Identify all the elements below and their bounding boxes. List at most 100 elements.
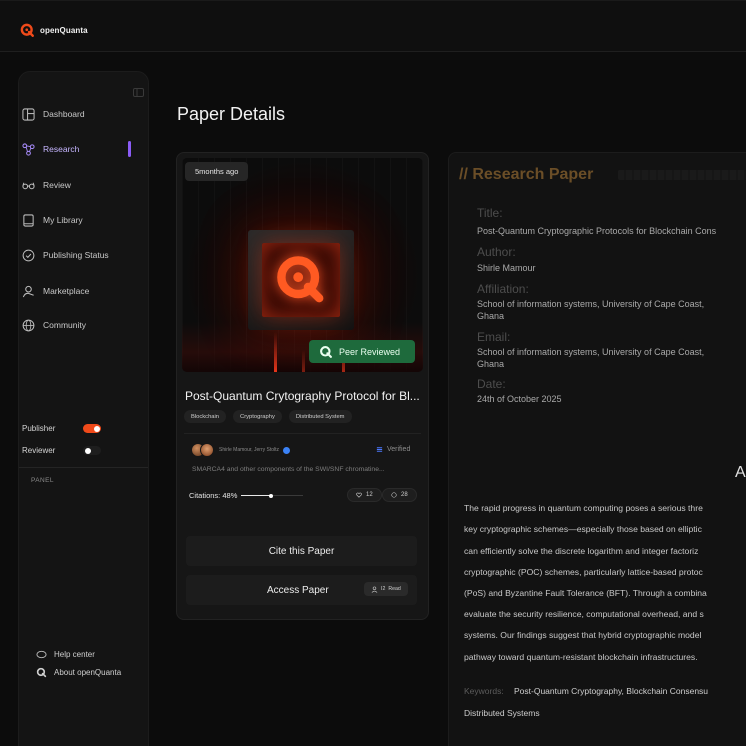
likes-pill[interactable]: 12 (347, 488, 382, 502)
title-value: Post-Quantum Cryptographic Protocols for… (477, 226, 717, 236)
cube-render (248, 230, 354, 330)
openquanta-logo-icon (20, 23, 34, 37)
abstract-line: can efficiently solve the discrete logar… (464, 546, 699, 556)
check-circle-icon (22, 249, 35, 261)
sidebar-item-community[interactable]: Community (22, 315, 86, 335)
openquanta-glow-logo-icon (277, 256, 324, 303)
read-prefix: I2 (381, 586, 386, 592)
keywords-value-cont: Distributed Systems (464, 708, 540, 718)
author-row[interactable]: Shirle Mamour, Jerry Stoltz (191, 443, 291, 457)
affiliation-value: School of information systems, Universit… (477, 299, 705, 309)
sidebar-item-label: Community (43, 320, 86, 330)
date-value: 24th of October 2025 (477, 394, 562, 404)
author-avatars (191, 443, 215, 457)
openquanta-small-logo-icon (36, 667, 47, 678)
dashboard-icon (22, 107, 35, 121)
read-label: Read (388, 586, 401, 592)
heading-decoration (618, 170, 746, 180)
panel-label: PANEL (31, 477, 54, 484)
sidebar-item-review[interactable]: Review (22, 175, 71, 195)
verified-label: Verified (387, 446, 411, 453)
top-bar: openQuanta (0, 0, 746, 52)
citations-progress-bar (241, 493, 304, 498)
cite-paper-button[interactable]: Cite this Paper (186, 536, 417, 566)
abstract-line: key cryptographic schemes—especially tho… (464, 524, 702, 534)
sidebar: PANEL (18, 71, 149, 746)
email-label: Email: (477, 330, 511, 344)
help-icon (36, 650, 47, 659)
active-nav-indicator (128, 141, 131, 157)
comments-pill[interactable]: 28 (382, 488, 417, 502)
heart-icon (356, 492, 362, 498)
abstract-line: evaluate the security resilience, comput… (464, 609, 704, 619)
verified-check-icon (283, 446, 291, 454)
sidebar-item-label: Review (43, 180, 71, 190)
card-divider (184, 433, 421, 434)
abstract-line: systems. Our findings suggest that hybri… (464, 630, 702, 640)
globe-icon (22, 319, 35, 331)
publisher-toggle-label: Publisher (22, 424, 56, 433)
avatar (200, 443, 214, 457)
likes-count: 12 (366, 492, 373, 498)
reviewer-toggle[interactable] (83, 446, 101, 455)
title-label: Title: (477, 206, 503, 220)
abstract-line: (PoS) and Byzantine Fault Tolerance (BFT… (464, 588, 707, 598)
sidebar-item-label: Publishing Status (43, 250, 109, 260)
research-icon (22, 142, 35, 156)
paper-card-title[interactable]: Post-Quantum Crytography Protocol for Bl… (185, 389, 425, 403)
affiliation-value-cont: Ghana (477, 311, 505, 321)
keywords-value: Post-Quantum Cryptography, Blockchain Co… (514, 686, 709, 696)
help-center-link[interactable]: Help center (36, 649, 95, 660)
sidebar-item-research[interactable]: Research (22, 139, 79, 159)
sidebar-item-my-library[interactable]: My Library (22, 210, 83, 230)
time-badge: 5months ago (185, 162, 249, 181)
paper-summary: SMARCA4 and other components of the SWI/… (192, 466, 385, 473)
about-openquanta-link[interactable]: About openQuanta (36, 667, 122, 678)
reader-icon (371, 586, 378, 593)
author-names: Shirle Mamour, Jerry Stoltz (219, 447, 280, 453)
brand[interactable]: openQuanta (20, 23, 88, 38)
email-value: School of information systems, Universit… (477, 347, 705, 357)
research-paper-heading: // Research Paper (459, 166, 594, 183)
abstract-heading: A (735, 464, 746, 481)
comment-icon (391, 492, 397, 498)
about-openquanta-label: About openQuanta (54, 668, 122, 677)
abstract-line: pathway toward quantum-resistant blockch… (464, 652, 698, 662)
sidebar-item-publishing-status[interactable]: Publishing Status (22, 245, 109, 265)
publisher-toggle-row: Publisher (22, 424, 101, 433)
reviewer-toggle-label: Reviewer (22, 446, 56, 455)
layers-icon (376, 447, 383, 452)
citations-progress-knob (269, 493, 274, 498)
date-label: Date: (477, 377, 506, 391)
email-value-cont: Ghana (477, 359, 505, 369)
tag-list: Blockchain Cryptography Distributed Syst… (184, 410, 352, 423)
citations-label: Citations: 48% (189, 491, 238, 500)
marketplace-icon (22, 285, 34, 297)
sidebar-item-label: My Library (43, 215, 83, 225)
tag[interactable]: Distributed System (288, 410, 352, 423)
glasses-icon (22, 182, 35, 189)
collapse-sidebar-icon[interactable] (133, 88, 144, 97)
reviewer-toggle-row: Reviewer (22, 446, 101, 455)
help-center-label: Help center (54, 650, 95, 659)
sidebar-item-marketplace[interactable]: Marketplace (22, 281, 89, 301)
abstract-line: cryptographic (POC) schemes, particularl… (464, 567, 703, 577)
sidebar-divider (19, 467, 148, 468)
sidebar-item-label: Research (43, 144, 80, 154)
peer-reviewed-badge: Peer Reviewed (309, 340, 415, 363)
citations-progress-fill (241, 495, 272, 496)
author-value: Shirle Mamour (477, 263, 536, 273)
tag[interactable]: Cryptography (233, 410, 282, 423)
citations-meter: Citations: 48% (189, 491, 304, 500)
sidebar-item-label: Dashboard (43, 109, 85, 119)
openquanta-badge-icon (320, 345, 332, 358)
keywords-label: Keywords: (464, 686, 504, 696)
sidebar-item-label: Marketplace (43, 286, 90, 296)
abstract-line: The rapid progress in quantum computing … (464, 503, 703, 513)
sidebar-item-dashboard[interactable]: Dashboard (22, 104, 85, 124)
read-count-pill: I2 Read (364, 582, 408, 596)
tag[interactable]: Blockchain (184, 410, 227, 423)
publisher-toggle[interactable] (83, 424, 101, 433)
book-icon (23, 213, 34, 227)
comments-count: 28 (401, 492, 408, 498)
